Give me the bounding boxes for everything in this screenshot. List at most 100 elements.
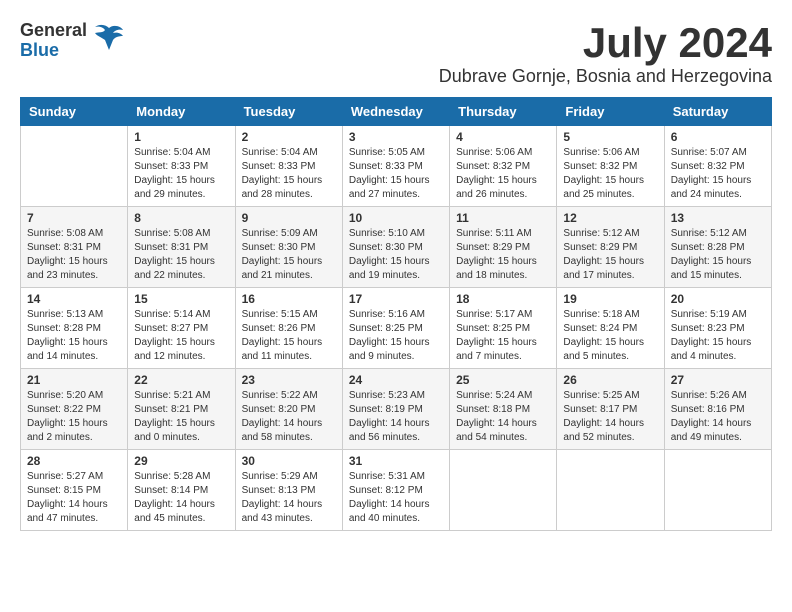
day-number: 31 [349,454,443,468]
day-number: 16 [242,292,336,306]
day-number: 1 [134,130,228,144]
day-info: Sunrise: 5:31 AM Sunset: 8:12 PM Dayligh… [349,470,443,526]
day-info: Sunrise: 5:09 AM Sunset: 8:30 PM Dayligh… [242,227,336,283]
calendar-cell: 29 Sunrise: 5:28 AM Sunset: 8:14 PM Dayli… [128,450,235,531]
day-number: 6 [671,130,765,144]
calendar-body: 1 Sunrise: 5:04 AM Sunset: 8:33 PM Daylig… [21,126,772,531]
day-number: 4 [456,130,550,144]
day-number: 13 [671,211,765,225]
title-section: July 2024 Dubrave Gornje, Bosnia and Her… [439,20,772,87]
header-cell-wednesday: Wednesday [342,98,449,126]
calendar-cell: 15Sunrise: 5:14 AM Sunset: 8:27 PM Dayli… [128,288,235,369]
header-cell-thursday: Thursday [450,98,557,126]
header-cell-monday: Monday [128,98,235,126]
calendar-cell: 22 Sunrise: 5:21 AM Sunset: 8:21 PM Dayli… [128,369,235,450]
day-info: Sunrise: 5:06 AM Sunset: 8:32 PM Dayligh… [563,146,657,202]
day-info: Sunrise: 5:12 AM Sunset: 8:29 PM Dayligh… [563,227,657,283]
day-info: Sunrise: 5:17 AM Sunset: 8:25 PM Dayligh… [456,308,550,364]
day-number: 29 [134,454,228,468]
calendar-cell: 28 Sunrise: 5:27 AM Sunset: 8:15 PM Dayli… [21,450,128,531]
day-number: 14 [27,292,121,306]
week-row-2: 7 Sunrise: 5:08 AM Sunset: 8:31 PM Daylig… [21,207,772,288]
calendar-cell [664,450,771,531]
day-info: Sunrise: 5:18 AM Sunset: 8:24 PM Dayligh… [563,308,657,364]
calendar-cell: 27 Sunrise: 5:26 AM Sunset: 8:16 PM Dayli… [664,369,771,450]
day-number: 2 [242,130,336,144]
day-number: 20 [671,292,765,306]
day-number: 11 [456,211,550,225]
day-info: Sunrise: 5:04 AM Sunset: 8:33 PM Dayligh… [134,146,228,202]
header-row: SundayMondayTuesdayWednesdayThursdayFrid… [21,98,772,126]
calendar-cell: 31 Sunrise: 5:31 AM Sunset: 8:12 PM Dayli… [342,450,449,531]
day-number: 3 [349,130,443,144]
week-row-1: 1 Sunrise: 5:04 AM Sunset: 8:33 PM Daylig… [21,126,772,207]
logo: General Blue [20,20,127,61]
location-subtitle: Dubrave Gornje, Bosnia and Herzegovina [439,66,772,87]
day-info: Sunrise: 5:08 AM Sunset: 8:31 PM Dayligh… [27,227,121,283]
day-info: Sunrise: 5:28 AM Sunset: 8:14 PM Dayligh… [134,470,228,526]
calendar-cell: 20 Sunrise: 5:19 AM Sunset: 8:23 PM Dayli… [664,288,771,369]
day-info: Sunrise: 5:06 AM Sunset: 8:32 PM Dayligh… [456,146,550,202]
page-header: General Blue July 2024 Dubrave Gornje, B… [20,20,772,87]
day-number: 22 [134,373,228,387]
month-year-title: July 2024 [439,20,772,66]
calendar-cell [557,450,664,531]
day-number: 27 [671,373,765,387]
calendar-cell: 30 Sunrise: 5:29 AM Sunset: 8:13 PM Dayli… [235,450,342,531]
calendar-cell: 6 Sunrise: 5:07 AM Sunset: 8:32 PM Daylig… [664,126,771,207]
calendar-cell [21,126,128,207]
day-info: Sunrise: 5:26 AM Sunset: 8:16 PM Dayligh… [671,389,765,445]
calendar-cell: 13 Sunrise: 5:12 AM Sunset: 8:28 PM Dayli… [664,207,771,288]
day-info: Sunrise: 5:27 AM Sunset: 8:15 PM Dayligh… [27,470,121,526]
day-number: 17 [349,292,443,306]
day-info: Sunrise: 5:12 AM Sunset: 8:28 PM Dayligh… [671,227,765,283]
logo-blue-text: Blue [20,41,87,61]
calendar-cell: 19 Sunrise: 5:18 AM Sunset: 8:24 PM Dayli… [557,288,664,369]
day-info: Sunrise: 5:20 AM Sunset: 8:22 PM Dayligh… [27,389,121,445]
day-info: Sunrise: 5:19 AM Sunset: 8:23 PM Dayligh… [671,308,765,364]
day-number: 26 [563,373,657,387]
calendar-table: SundayMondayTuesdayWednesdayThursdayFrid… [20,97,772,531]
header-cell-saturday: Saturday [664,98,771,126]
calendar-cell [450,450,557,531]
logo-bird-icon [91,20,127,61]
day-number: 30 [242,454,336,468]
day-info: Sunrise: 5:29 AM Sunset: 8:13 PM Dayligh… [242,470,336,526]
logo-general-text: General [20,21,87,41]
day-number: 10 [349,211,443,225]
day-info: Sunrise: 5:08 AM Sunset: 8:31 PM Dayligh… [134,227,228,283]
day-info: Sunrise: 5:07 AM Sunset: 8:32 PM Dayligh… [671,146,765,202]
day-number: 12 [563,211,657,225]
calendar-cell: 9 Sunrise: 5:09 AM Sunset: 8:30 PM Daylig… [235,207,342,288]
day-info: Sunrise: 5:23 AM Sunset: 8:19 PM Dayligh… [349,389,443,445]
day-number: 8 [134,211,228,225]
calendar-cell: 14Sunrise: 5:13 AM Sunset: 8:28 PM Dayli… [21,288,128,369]
week-row-4: 21 Sunrise: 5:20 AM Sunset: 8:22 PM Dayli… [21,369,772,450]
day-number: 25 [456,373,550,387]
calendar-cell: 18Sunrise: 5:17 AM Sunset: 8:25 PM Dayli… [450,288,557,369]
calendar-cell: 3 Sunrise: 5:05 AM Sunset: 8:33 PM Daylig… [342,126,449,207]
calendar-cell: 21 Sunrise: 5:20 AM Sunset: 8:22 PM Dayli… [21,369,128,450]
day-info: Sunrise: 5:22 AM Sunset: 8:20 PM Dayligh… [242,389,336,445]
day-number: 24 [349,373,443,387]
day-number: 21 [27,373,121,387]
day-number: 19 [563,292,657,306]
calendar-cell: 25Sunrise: 5:24 AM Sunset: 8:18 PM Dayli… [450,369,557,450]
day-info: Sunrise: 5:05 AM Sunset: 8:33 PM Dayligh… [349,146,443,202]
day-info: Sunrise: 5:21 AM Sunset: 8:21 PM Dayligh… [134,389,228,445]
day-info: Sunrise: 5:16 AM Sunset: 8:25 PM Dayligh… [349,308,443,364]
header-cell-sunday: Sunday [21,98,128,126]
calendar-cell: 8 Sunrise: 5:08 AM Sunset: 8:31 PM Daylig… [128,207,235,288]
day-info: Sunrise: 5:04 AM Sunset: 8:33 PM Dayligh… [242,146,336,202]
day-number: 7 [27,211,121,225]
day-info: Sunrise: 5:15 AM Sunset: 8:26 PM Dayligh… [242,308,336,364]
day-number: 9 [242,211,336,225]
calendar-cell: 24 Sunrise: 5:23 AM Sunset: 8:19 PM Dayli… [342,369,449,450]
day-info: Sunrise: 5:11 AM Sunset: 8:29 PM Dayligh… [456,227,550,283]
calendar-cell: 17 Sunrise: 5:16 AM Sunset: 8:25 PM Dayli… [342,288,449,369]
calendar-cell: 23Sunrise: 5:22 AM Sunset: 8:20 PM Dayli… [235,369,342,450]
header-cell-friday: Friday [557,98,664,126]
day-number: 28 [27,454,121,468]
calendar-cell: 11 Sunrise: 5:11 AM Sunset: 8:29 PM Dayli… [450,207,557,288]
calendar-cell: 2 Sunrise: 5:04 AM Sunset: 8:33 PM Daylig… [235,126,342,207]
